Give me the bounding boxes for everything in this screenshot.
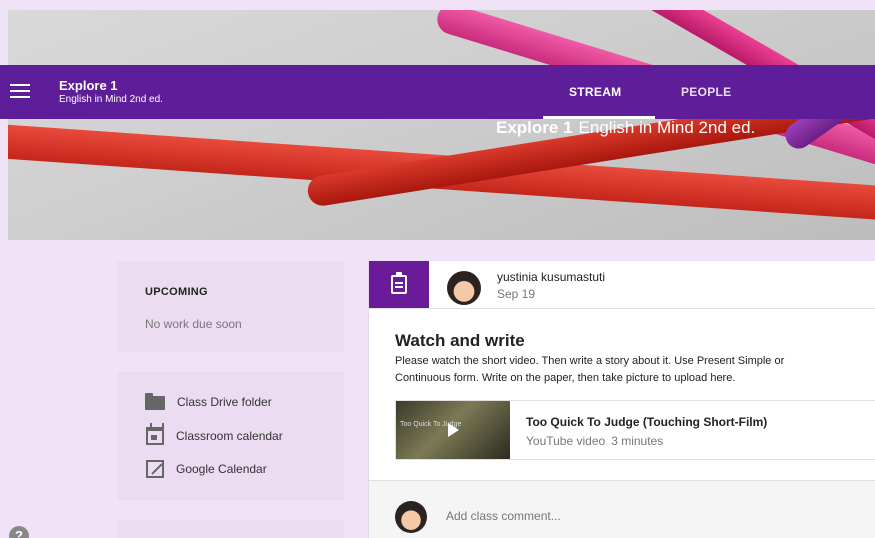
link-label: Classroom calendar [176, 429, 283, 443]
banner-title-bold: Explore 1 [496, 118, 573, 137]
post-title[interactable]: Watch and write [395, 331, 525, 351]
post-date: Sep 19 [497, 287, 536, 301]
avatar [447, 271, 481, 305]
active-tab-indicator [543, 116, 655, 119]
class-name[interactable]: Explore 1 [59, 78, 118, 93]
upcoming-empty-text: No work due soon [145, 317, 242, 331]
post-type-badge [369, 261, 429, 308]
sidebar-card [118, 520, 344, 538]
class-banner: Explore 1 English in Mind 2nd ed. [8, 10, 875, 240]
menu-icon[interactable] [10, 84, 30, 98]
attachment-meta: YouTube video 3 minutes [526, 434, 663, 448]
upcoming-title: UPCOMING [145, 286, 208, 298]
class-drive-folder-link[interactable]: Class Drive folder [145, 392, 272, 412]
class-section: English in Mind 2nd ed. [59, 94, 163, 105]
upcoming-card: UPCOMING No work due soon [118, 261, 344, 352]
top-strip [0, 0, 875, 10]
tab-stream[interactable]: STREAM [569, 85, 621, 99]
help-icon[interactable]: ? [9, 526, 29, 538]
class-links-card: Class Drive folder Classroom calendar Go… [118, 372, 344, 500]
calendar-icon [146, 423, 164, 445]
stream-post: yustinia kusumastuti Sep 19 Watch and wr… [369, 261, 875, 538]
class-comment-input[interactable] [446, 509, 746, 523]
post-body-line: Please watch the short video. Then write… [395, 355, 785, 367]
attachment-source: YouTube video [526, 434, 606, 448]
video-attachment[interactable]: Too Quick To Judge Too Quick To Judge (T… [395, 400, 875, 460]
open-in-new-icon [146, 460, 164, 478]
video-thumbnail: Too Quick To Judge [396, 401, 510, 459]
link-label: Class Drive folder [177, 395, 272, 409]
banner-title: Explore 1 English in Mind 2nd ed. [496, 118, 755, 138]
attachment-title: Too Quick To Judge (Touching Short-Film) [526, 415, 768, 429]
link-label: Google Calendar [176, 462, 267, 476]
app-bar: Explore 1 English in Mind 2nd ed. STREAM… [0, 65, 875, 119]
post-body: Please watch the short video. Then write… [395, 353, 875, 387]
tab-people[interactable]: PEOPLE [681, 85, 731, 99]
google-calendar-link[interactable]: Google Calendar [145, 459, 267, 479]
play-icon [448, 423, 459, 437]
avatar [395, 501, 427, 533]
assignment-icon [391, 272, 407, 294]
comment-bar [369, 480, 875, 538]
folder-icon [145, 393, 165, 410]
classroom-calendar-link[interactable]: Classroom calendar [145, 423, 283, 446]
divider [369, 308, 875, 309]
post-author: yustinia kusumastuti [497, 270, 606, 284]
post-body-line: Continuous form. Write on the paper, the… [395, 372, 736, 384]
banner-title-rest: English in Mind 2nd ed. [578, 118, 756, 137]
attachment-duration: 3 minutes [611, 434, 664, 448]
